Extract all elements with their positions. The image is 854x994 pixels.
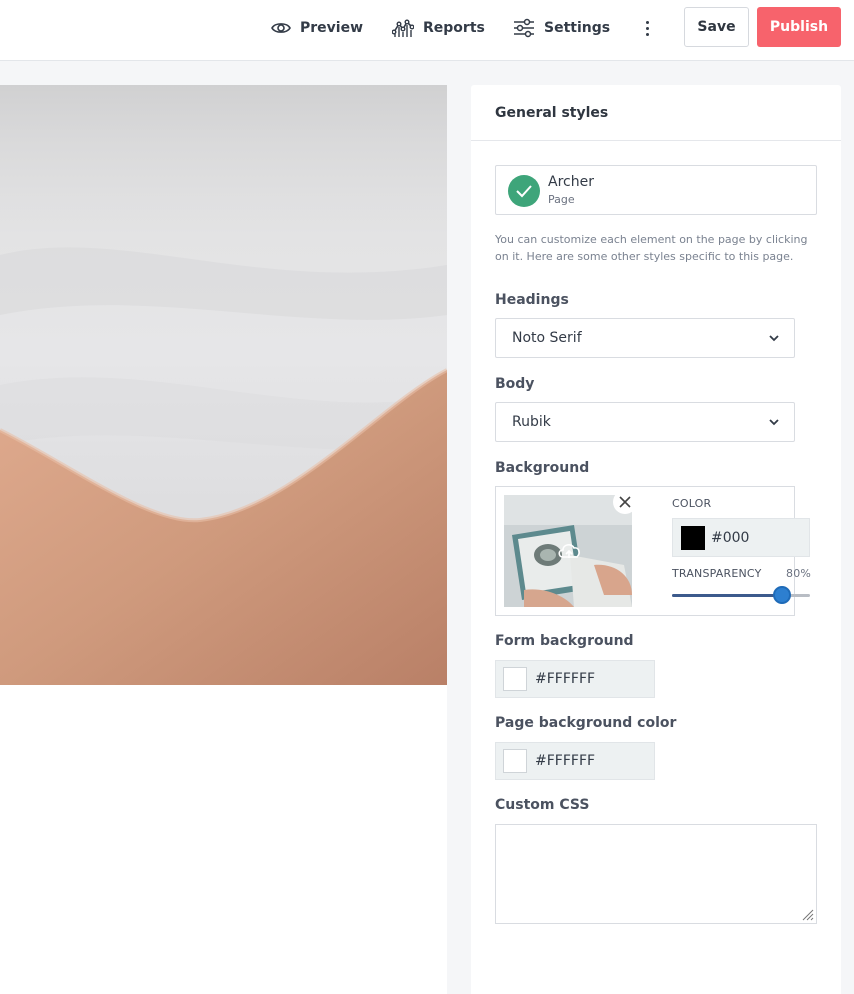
preview-button[interactable]: Preview [271, 16, 363, 40]
headings-label: Headings [495, 292, 569, 308]
hero-image[interactable] [0, 85, 447, 685]
transparency-slider-handle[interactable] [773, 586, 792, 604]
preview-label: Preview [300, 20, 364, 36]
chevron-down-icon [769, 419, 779, 426]
eye-icon [271, 23, 291, 33]
background-settings: COLOR #000 TRANSPARENCY 80% [495, 486, 811, 616]
body-font-value: Rubik [512, 414, 551, 430]
body-font-select[interactable]: Rubik [495, 402, 795, 442]
form-background-field[interactable]: #FFFFFF [495, 660, 655, 698]
custom-css-label: Custom CSS [495, 797, 590, 813]
theme-card[interactable]: Archer Page [495, 165, 817, 215]
background-label: Background [495, 460, 590, 476]
sliders-icon [514, 18, 534, 38]
background-color-swatch[interactable] [681, 525, 705, 550]
settings-label: Settings [544, 20, 611, 36]
transparency-slider[interactable] [672, 586, 810, 604]
reports-label: Reports [423, 20, 485, 36]
check-icon [508, 175, 540, 207]
form-background-value: #FFFFFF [535, 671, 596, 687]
close-icon[interactable] [613, 490, 637, 514]
panel-title: General styles [471, 85, 841, 141]
top-toolbar: Preview Reports Settings Save Publish [0, 0, 854, 61]
helper-text: You can customize each element on the pa… [495, 233, 808, 263]
page-background-label: Page background color [495, 715, 677, 731]
reports-button[interactable]: Reports [392, 16, 485, 40]
body-label: Body [495, 376, 535, 392]
headings-font-select[interactable]: Noto Serif [495, 318, 795, 358]
theme-name: Archer [548, 174, 594, 190]
background-image-thumbnail[interactable] [504, 495, 632, 607]
custom-css-textarea[interactable] [495, 824, 817, 924]
page-background-field[interactable]: #FFFFFF [495, 742, 655, 780]
transparency-label: TRANSPARENCY [672, 567, 762, 580]
reports-icon [392, 19, 414, 37]
background-color-value: #000 [711, 529, 750, 546]
resize-grip-icon[interactable] [800, 907, 814, 921]
kebab-icon[interactable] [636, 14, 658, 42]
form-background-swatch[interactable] [503, 667, 527, 691]
upload-cloud-icon [558, 544, 580, 558]
page-background-value: #FFFFFF [535, 753, 596, 769]
form-background-label: Form background [495, 633, 634, 649]
publish-button[interactable]: Publish [757, 7, 841, 47]
general-styles-panel: General styles Archer Page You can custo… [471, 85, 841, 994]
transparency-value: 80% [786, 567, 812, 580]
color-label: COLOR [672, 497, 712, 510]
theme-type: Page [548, 193, 575, 206]
transparency-slider-fill [672, 594, 783, 597]
settings-button[interactable]: Settings [513, 16, 610, 40]
background-color-field[interactable]: #000 [672, 518, 810, 557]
chevron-down-icon [769, 335, 779, 342]
save-button[interactable]: Save [684, 7, 749, 47]
page-background-swatch[interactable] [503, 749, 527, 773]
headings-font-value: Noto Serif [512, 330, 582, 346]
